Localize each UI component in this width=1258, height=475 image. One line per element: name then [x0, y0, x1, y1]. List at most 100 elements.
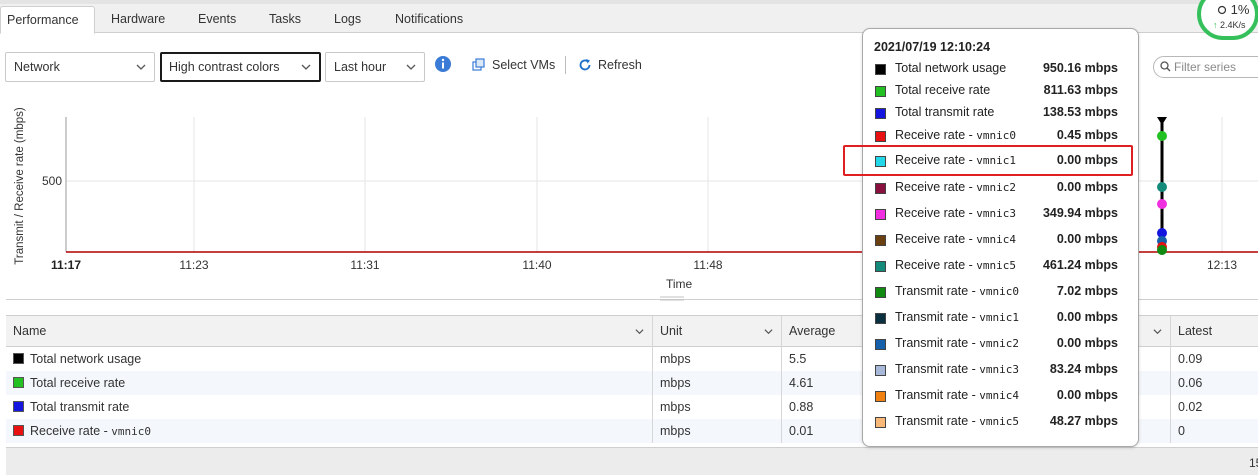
metric-select[interactable]: Network	[5, 52, 155, 82]
tab-events[interactable]: Events	[192, 6, 242, 33]
tooltip-series-label: Receive rate -	[895, 128, 977, 142]
tooltip-series-nic: vmnic4	[979, 389, 1020, 402]
tab-tasks[interactable]: Tasks	[263, 6, 307, 33]
refresh-label: Refresh	[598, 58, 642, 72]
chart-tooltip: 2021/07/19 12:10:24 Total network usage 9…	[862, 28, 1139, 447]
series-color-swatch	[13, 425, 24, 436]
column-header-latest[interactable]: Latest	[1171, 316, 1258, 348]
series-color-swatch	[13, 353, 24, 364]
tooltip-series-label: Transmit rate -	[895, 388, 980, 402]
refresh-icon	[579, 59, 591, 71]
tab-performance[interactable]: Performance	[0, 6, 95, 34]
series-color-swatch	[875, 261, 886, 272]
series-color-swatch	[875, 287, 886, 298]
chart-x-tick: 11:17	[51, 258, 81, 272]
hover-marker-icon	[1157, 117, 1167, 125]
chart-x-tick: 11:40	[522, 258, 551, 272]
filter-series-placeholder: Filter series	[1174, 60, 1237, 74]
cell-name: Total receive rate	[6, 371, 125, 395]
chevron-down-icon	[635, 329, 644, 335]
tooltip-series-value: 0.00 mbps	[1056, 336, 1118, 350]
tooltip-series-nic: vmnic2	[979, 337, 1020, 350]
column-divider	[652, 347, 653, 443]
tooltip-row: Receive rate - vmnic3 349.94 mbps	[863, 203, 1138, 225]
tooltip-series-name: Transmit rate - vmnic3	[895, 362, 1019, 376]
tooltip-row: Transmit rate - vmnic4 0.00 mbps	[863, 385, 1138, 407]
tooltip-series-label: Receive rate -	[895, 180, 977, 194]
cell-name-text: Receive rate -	[30, 424, 112, 438]
tooltip-series-name: Receive rate - vmnic5	[895, 258, 1016, 272]
status-rate-value: 2.4K/s	[1220, 20, 1246, 30]
column-header-name[interactable]: Name	[6, 316, 653, 348]
chart-x-tick: 11:31	[350, 258, 379, 272]
tooltip-row: Receive rate - vmnic0 0.45 mbps	[863, 125, 1138, 147]
tooltip-series-nic: vmnic0	[979, 285, 1020, 298]
series-color-swatch	[13, 401, 24, 412]
tooltip-row: Total network usage 950.16 mbps	[863, 58, 1138, 80]
tooltip-series-name: Receive rate - vmnic4	[895, 232, 1016, 246]
tooltip-row: Transmit rate - vmnic5 48.27 mbps	[863, 411, 1138, 433]
tooltip-row: Receive rate - vmnic4 0.00 mbps	[863, 229, 1138, 251]
cell-unit: mbps	[660, 400, 691, 414]
tab-logs[interactable]: Logs	[328, 6, 367, 33]
cell-name-text: Total transmit rate	[30, 400, 130, 414]
filter-series-input[interactable]: Filter series	[1153, 56, 1258, 78]
circle-icon	[1217, 5, 1227, 15]
chart-spike[interactable]	[1157, 117, 1167, 255]
cell-unit: mbps	[660, 352, 691, 366]
tooltip-series-label: Total receive rate	[895, 83, 991, 97]
tooltip-series-name: Transmit rate - vmnic0	[895, 284, 1019, 298]
cell-average: 0.01	[789, 424, 814, 438]
tab-hardware[interactable]: Hardware	[105, 6, 171, 33]
column-header-unit-label: Unit	[660, 324, 683, 338]
cell-name-text: Total receive rate	[30, 376, 126, 390]
cell-name-text: Total network usage	[30, 352, 142, 366]
tab-notifications[interactable]: Notifications	[389, 6, 469, 33]
series-color-swatch	[875, 64, 886, 75]
tooltip-series-value: 138.53 mbps	[1042, 105, 1118, 119]
metric-select-value: Network	[14, 60, 60, 74]
cell-name: Total network usage	[6, 347, 141, 371]
series-color-swatch	[875, 339, 886, 350]
series-color-swatch	[875, 313, 886, 324]
tooltip-series-nic: vmnic3	[976, 207, 1017, 220]
series-color-swatch	[875, 365, 886, 376]
chart-x-tick: 11:48	[693, 258, 722, 272]
resize-handle-icon[interactable]	[660, 296, 684, 302]
info-icon[interactable]	[434, 55, 452, 73]
table-footer-count: 15	[1249, 456, 1258, 470]
color-scheme-select[interactable]: High contrast colors	[160, 52, 321, 82]
chevron-down-icon	[764, 329, 773, 335]
tooltip-row: Transmit rate - vmnic0 7.02 mbps	[863, 281, 1138, 303]
tooltip-series-label: Receive rate -	[895, 232, 977, 246]
color-scheme-select-value: High contrast colors	[169, 60, 280, 74]
chart-x-tick: 12:13	[1207, 258, 1237, 272]
status-badge: 1% ↑ 2.4K/s	[1197, 0, 1258, 40]
refresh-button[interactable]: Refresh	[578, 55, 642, 75]
column-header-name-label: Name	[13, 324, 47, 338]
chevron-down-icon	[406, 64, 416, 70]
tooltip-series-value: 0.45 mbps	[1056, 128, 1118, 142]
tooltip-row: Receive rate - vmnic2 0.00 mbps	[863, 177, 1138, 199]
cell-latest: 0.02	[1178, 400, 1203, 414]
cell-unit: mbps	[660, 376, 691, 390]
cell-average: 5.5	[789, 352, 807, 366]
tooltip-series-value: 48.27 mbps	[1049, 414, 1118, 428]
column-header-unit[interactable]: Unit	[653, 316, 782, 348]
tooltip-series-nic: vmnic5	[979, 415, 1020, 428]
cell-name-nic: vmnic0	[111, 425, 152, 438]
highlight-box	[843, 145, 1133, 176]
tooltip-series-name: Transmit rate - vmnic1	[895, 310, 1019, 324]
column-divider	[1170, 347, 1171, 443]
tooltip-row: Transmit rate - vmnic3 83.24 mbps	[863, 359, 1138, 381]
vms-icon	[472, 58, 485, 71]
time-range-select[interactable]: Last hour	[325, 52, 425, 82]
cell-latest: 0.09	[1178, 352, 1203, 366]
series-color-swatch	[875, 417, 886, 428]
tooltip-row: Receive rate - vmnic5 461.24 mbps	[863, 255, 1138, 277]
chart-x-axis-label: Time	[666, 277, 693, 291]
column-divider	[781, 347, 782, 443]
search-icon	[1160, 61, 1171, 72]
select-vms-button[interactable]: Select VMs	[472, 55, 555, 75]
tooltip-row: Total receive rate 811.63 mbps	[863, 80, 1138, 102]
